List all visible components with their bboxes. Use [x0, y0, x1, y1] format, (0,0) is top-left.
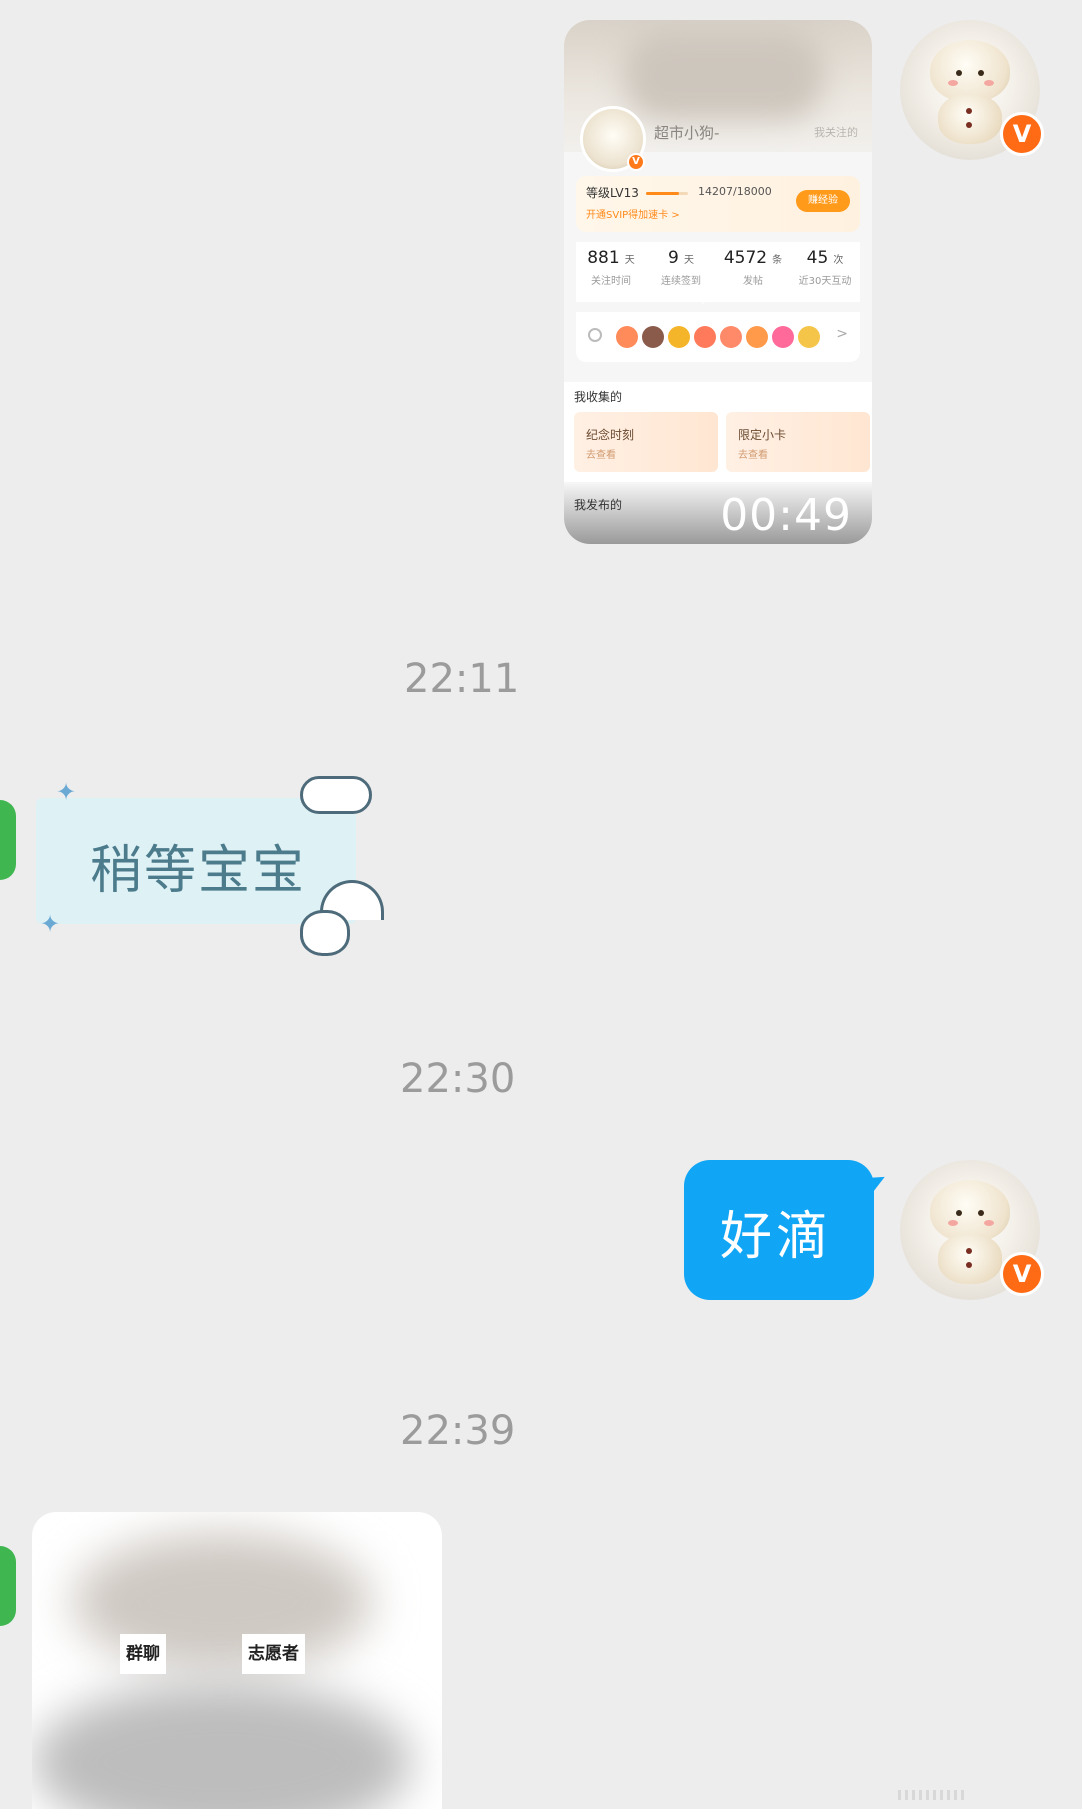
message-text: 好滴 [720, 1207, 833, 1267]
follow-link: 我关注的 [814, 126, 858, 139]
chevron-right-icon: > [836, 326, 848, 342]
level-panel: 等级LV13 14207/18000 开通SVIP得加速卡 > 赚经验 [576, 176, 860, 232]
timestamp: 22:39 [400, 1408, 516, 1454]
badge-icon [642, 326, 664, 348]
collection-card: 限定小卡 去查看 [726, 412, 870, 472]
level-progress-bar [646, 192, 688, 195]
level-score: 14207/18000 [698, 185, 772, 198]
verified-badge-icon: V [1000, 112, 1044, 156]
level-label: 等级LV13 [586, 186, 639, 200]
video-duration: 00:49 [720, 490, 852, 541]
bunny-icon [300, 910, 350, 956]
bun-icon [930, 1180, 1010, 1242]
badge-icon [694, 326, 716, 348]
bun-icon [930, 40, 1010, 102]
shared-screenshot-card[interactable]: V 超市小狗- 我关注的 等级LV13 14207/18000 开通SVIP得加… [564, 20, 872, 544]
badge-icon [720, 326, 742, 348]
stat-item: 881 天 关注时间 [587, 248, 635, 287]
stat-item: 45 次 近30天互动 [798, 248, 852, 287]
badge-row: > [576, 312, 860, 362]
sent-message-bubble[interactable]: 好滴 [684, 1160, 874, 1300]
star-icon: ✦ [56, 778, 77, 806]
posted-title: 我发布的 [574, 498, 623, 512]
my-avatar[interactable]: V [900, 1160, 1044, 1300]
collection-card: 纪念时刻 去查看 [574, 412, 718, 472]
earn-exp-button: 赚经验 [796, 190, 850, 212]
badge-icon [746, 326, 768, 348]
cloud-icon [300, 776, 372, 814]
blurred-shared-card[interactable]: 群聊 志愿者 [32, 1512, 442, 1809]
timestamp: 22:30 [400, 1056, 516, 1102]
sticker-message[interactable]: 稍等宝宝 [36, 798, 356, 924]
posted-section: 我发布的 00:49 [564, 484, 872, 544]
collection-section: 我收集的 纪念时刻 去查看 限定小卡 去查看 [564, 382, 872, 482]
badge-icon [668, 326, 690, 348]
verified-badge-icon: V [627, 153, 645, 171]
badge-icon [772, 326, 794, 348]
contact-avatar-edge[interactable] [0, 1546, 16, 1626]
scroll-indicator [898, 1785, 1058, 1800]
blurred-label: 群聊 [120, 1634, 166, 1674]
profile-username: 超市小狗- [654, 124, 720, 142]
settings-ring-icon [588, 328, 602, 342]
star-icon: ✦ [40, 910, 61, 938]
svip-promo: 开通SVIP得加速卡 > [586, 210, 680, 221]
timestamp: 22:11 [404, 656, 520, 702]
sticker-text: 稍等宝宝 [90, 841, 307, 901]
my-avatar[interactable]: V [900, 20, 1044, 160]
contact-avatar-edge[interactable] [0, 800, 16, 880]
collection-title: 我收集的 [574, 390, 623, 404]
badge-icon [616, 326, 638, 348]
blurred-label: 志愿者 [242, 1634, 305, 1674]
play-icon[interactable] [702, 248, 744, 304]
badge-icon [798, 326, 820, 348]
verified-badge-icon: V [1000, 1252, 1044, 1296]
profile-avatar: V [580, 106, 646, 172]
